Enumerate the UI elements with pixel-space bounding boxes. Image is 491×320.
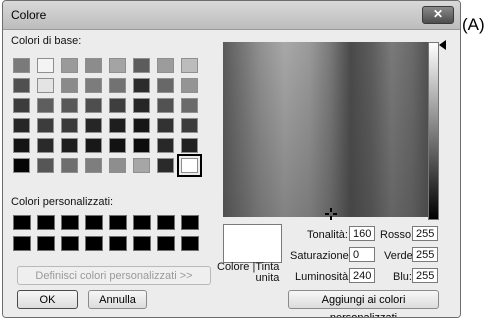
red-input[interactable]: 255 bbox=[412, 226, 438, 241]
basic-color-swatch[interactable] bbox=[109, 158, 126, 173]
custom-color-swatch[interactable] bbox=[85, 215, 103, 230]
luminosity-bar[interactable] bbox=[428, 42, 439, 220]
basic-color-swatch[interactable] bbox=[61, 98, 78, 113]
close-button[interactable]: ✕ bbox=[422, 6, 454, 24]
basic-color-swatch[interactable] bbox=[85, 138, 102, 153]
custom-color-swatch[interactable] bbox=[61, 236, 79, 251]
custom-color-swatch[interactable] bbox=[13, 215, 31, 230]
figure-marker-label: (A) bbox=[462, 15, 485, 34]
basic-color-swatch[interactable] bbox=[109, 118, 126, 133]
basic-color-swatch[interactable] bbox=[37, 158, 54, 173]
custom-color-swatch[interactable] bbox=[181, 236, 199, 251]
custom-color-swatch[interactable] bbox=[109, 215, 127, 230]
basic-color-swatch[interactable] bbox=[157, 78, 174, 93]
basic-color-swatch[interactable] bbox=[181, 58, 198, 73]
basic-color-swatch[interactable] bbox=[37, 138, 54, 153]
basic-color-swatch[interactable] bbox=[177, 154, 202, 177]
blue-label: Blu: bbox=[393, 271, 412, 283]
basic-color-swatch[interactable] bbox=[85, 118, 102, 133]
dialog-title: Colore bbox=[11, 8, 47, 22]
basic-color-swatch[interactable] bbox=[85, 158, 102, 173]
basic-color-swatch[interactable] bbox=[13, 138, 30, 153]
custom-color-swatch[interactable] bbox=[61, 215, 79, 230]
color-dialog: Colore ✕ Colori di base: Colori personal… bbox=[2, 0, 461, 318]
luminosity-label: Luminosità: bbox=[295, 271, 352, 283]
basic-color-swatch[interactable] bbox=[109, 98, 126, 113]
basic-color-swatch[interactable] bbox=[157, 158, 174, 173]
basic-color-swatch[interactable] bbox=[181, 98, 198, 113]
basic-color-swatch[interactable] bbox=[61, 138, 78, 153]
define-custom-colors-button[interactable]: Definisci colori personalizzati >> bbox=[17, 266, 211, 285]
basic-color-swatch[interactable] bbox=[61, 158, 78, 173]
color-spectrum[interactable] bbox=[223, 42, 429, 217]
basic-color-swatch[interactable] bbox=[109, 58, 126, 73]
green-input[interactable]: 255 bbox=[412, 247, 438, 262]
color-preview bbox=[223, 224, 282, 263]
basic-color-swatch[interactable] bbox=[61, 78, 78, 93]
title-bar: Colore ✕ bbox=[3, 1, 460, 30]
basic-color-swatch[interactable] bbox=[181, 78, 198, 93]
custom-color-swatch[interactable] bbox=[181, 215, 199, 230]
basic-color-swatch[interactable] bbox=[85, 78, 102, 93]
crosshair-icon bbox=[325, 208, 337, 220]
basic-color-swatch[interactable] bbox=[61, 118, 78, 133]
blue-input[interactable]: 255 bbox=[412, 268, 438, 283]
basic-color-swatch[interactable] bbox=[157, 118, 174, 133]
basic-color-swatch[interactable] bbox=[61, 58, 78, 73]
basic-color-swatch[interactable] bbox=[37, 118, 54, 133]
basic-color-swatch[interactable] bbox=[133, 78, 150, 93]
basic-color-swatch[interactable] bbox=[37, 98, 54, 113]
basic-color-swatch[interactable] bbox=[13, 158, 30, 173]
custom-color-swatch[interactable] bbox=[133, 215, 151, 230]
close-icon: ✕ bbox=[432, 7, 444, 21]
custom-color-swatch[interactable] bbox=[13, 236, 31, 251]
basic-color-swatch[interactable] bbox=[13, 118, 30, 133]
basic-color-swatch[interactable] bbox=[157, 58, 174, 73]
hue-input[interactable]: 160 bbox=[349, 226, 375, 241]
basic-color-swatch[interactable] bbox=[133, 158, 150, 173]
basic-color-swatch[interactable] bbox=[181, 138, 198, 153]
basic-color-swatch[interactable] bbox=[133, 98, 150, 113]
basic-colors-label: Colori di base: bbox=[11, 35, 82, 47]
custom-color-swatch[interactable] bbox=[37, 236, 55, 251]
basic-color-swatch[interactable] bbox=[85, 98, 102, 113]
custom-colors-label: Colori personalizzati: bbox=[11, 196, 114, 208]
custom-color-swatch[interactable] bbox=[85, 236, 103, 251]
color-solid-label: Colore |Tinta unita bbox=[217, 261, 280, 284]
basic-color-swatch[interactable] bbox=[85, 58, 102, 73]
basic-color-swatch[interactable] bbox=[37, 58, 54, 73]
basic-color-swatch[interactable] bbox=[181, 118, 198, 133]
basic-color-swatch[interactable] bbox=[133, 118, 150, 133]
saturation-label: Saturazione: bbox=[290, 250, 352, 262]
basic-color-swatch[interactable] bbox=[37, 78, 54, 93]
saturation-input[interactable]: 0 bbox=[349, 247, 375, 262]
custom-color-swatch[interactable] bbox=[133, 236, 151, 251]
basic-color-swatch[interactable] bbox=[13, 58, 30, 73]
add-to-custom-colors-button[interactable]: Aggiungi ai colori personalizzati bbox=[288, 290, 439, 317]
cancel-button[interactable]: Annulla bbox=[88, 290, 147, 309]
custom-color-swatch[interactable] bbox=[157, 215, 175, 230]
dialog-body: Colori di base: Colori personalizzati: D… bbox=[3, 30, 460, 317]
basic-color-swatch[interactable] bbox=[157, 138, 174, 153]
basic-color-swatch[interactable] bbox=[13, 78, 30, 93]
basic-color-swatch[interactable] bbox=[109, 138, 126, 153]
custom-color-swatch[interactable] bbox=[157, 236, 175, 251]
basic-color-swatch[interactable] bbox=[157, 98, 174, 113]
luminosity-input[interactable]: 240 bbox=[349, 268, 375, 283]
hue-label: Tonalità: bbox=[307, 229, 348, 241]
basic-color-swatch[interactable] bbox=[109, 78, 126, 93]
ok-button[interactable]: OK bbox=[17, 290, 78, 309]
custom-color-swatch[interactable] bbox=[109, 236, 127, 251]
red-label: Rosso: bbox=[380, 229, 415, 241]
luminosity-slider-arrow-icon[interactable] bbox=[439, 40, 446, 50]
custom-color-swatch[interactable] bbox=[37, 215, 55, 230]
basic-color-swatch[interactable] bbox=[133, 58, 150, 73]
basic-color-swatch[interactable] bbox=[13, 98, 30, 113]
basic-color-swatch[interactable] bbox=[133, 138, 150, 153]
